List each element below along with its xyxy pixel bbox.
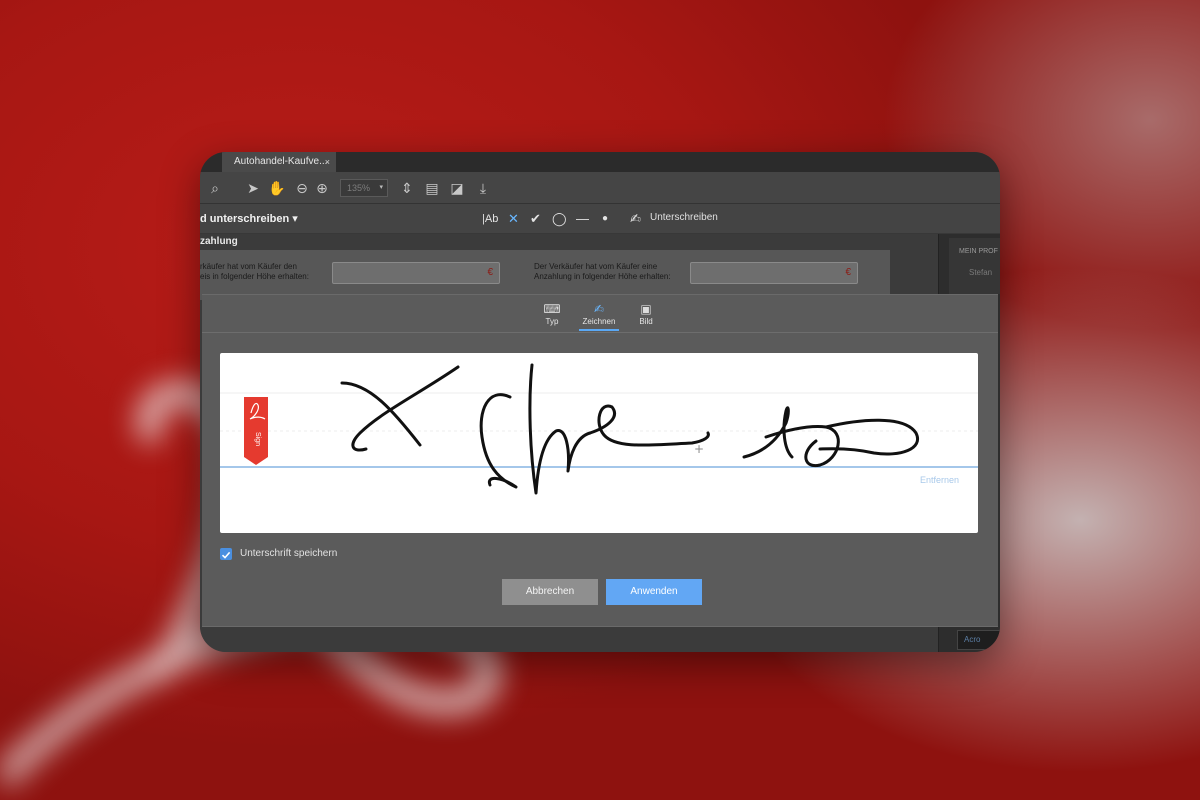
acrobat-sign-tag: Sign [244,397,268,465]
signature-drawing: Sign + [220,363,978,495]
zoom-level-value: 135% [347,183,371,193]
select-pointer-icon[interactable]: ➤ [244,179,262,197]
chevron-down-icon: ▾ [379,184,383,191]
download-icon[interactable]: ⤓ [474,179,492,197]
profile-item[interactable]: Stefan [969,268,992,277]
signature-strokes [340,363,920,495]
section-title: zahlung [200,236,238,247]
fullscreen-icon[interactable]: ◪ [448,179,466,197]
checkmark-icon [221,551,231,559]
app-window: Autohandel-Kaufve... × ⌕ ➤ ✋ ⊖ ⊕ 135% ▾ … [200,152,1000,652]
dot-icon[interactable]: ● [602,211,608,227]
right-label-line2: Anzahlung in folgender Höhe erhalten: [534,272,671,281]
image-icon: ▣ [640,302,652,316]
document-tab-title: Autohandel-Kaufve... [234,156,328,167]
main-toolbar: ⌕ ➤ ✋ ⊖ ⊕ 135% ▾ ⇕ ▤ ◪ ⤓ [200,172,1000,204]
cancel-button[interactable]: Abbrechen [502,579,598,605]
keyboard-icon: ⌨ [543,302,561,316]
fit-page-icon[interactable]: ⇕ [398,179,416,197]
document-tab[interactable]: Autohandel-Kaufve... × [222,152,336,172]
tab-image[interactable]: ▣ Bild [626,301,666,331]
tab-bar: Autohandel-Kaufve... × [200,152,1000,172]
profile-panel: MEIN PROF Stefan [949,238,1000,294]
add-text-icon[interactable]: |Ab [482,211,498,227]
signature-canvas[interactable]: Sign + Entfernen [220,353,978,533]
zoom-level-select[interactable]: 135% ▾ [340,179,388,197]
draw-pen-icon: ✍ [593,302,605,316]
signature-mode-tabs: ⌨ Typ ✍ Zeichnen ▣ Bild [202,295,998,333]
tab-image-label: Bild [639,317,653,326]
page-view-icon[interactable]: ▤ [423,179,441,197]
left-label-line2: eis in folgender Höhe erhalten: [200,272,309,281]
euro-sign: € [845,267,851,278]
right-label-line1: Der Verkäufer hat vom Käufer eine [534,262,658,271]
checkmark-icon[interactable]: ✔ [530,211,541,227]
profile-heading: MEIN PROF [959,248,998,255]
cross-mark-icon[interactable]: ✕ [508,211,519,227]
sign-pen-icon[interactable]: ✍ [630,211,641,227]
line-icon[interactable]: — [576,211,589,227]
fill-sign-menu[interactable]: d unterschreiben ▾ [200,212,298,225]
tab-type-label: Typ [545,317,559,326]
euro-sign: € [487,267,493,278]
right-amount-field[interactable]: € [690,262,858,284]
tab-close-icon[interactable]: × [325,152,330,172]
circle-icon[interactable]: ◯ [552,211,567,227]
tab-type[interactable]: ⌨ Typ [532,301,572,331]
tab-draw[interactable]: ✍ Zeichnen [579,301,619,331]
sign-tag-label: Sign [254,432,261,446]
left-amount-field[interactable]: € [332,262,500,284]
crosshair-cursor-icon: + [694,442,704,456]
fill-sign-toolbar: d unterschreiben ▾ |Ab ✕ ✔ ◯ — ● ✍ Unter… [200,204,1000,234]
acrobat-button[interactable]: Acro [957,630,1000,650]
left-label-line1: rkäufer hat vom Käufer den [200,262,297,271]
save-signature-label: Unterschrift speichern [240,548,338,559]
sign-button[interactable]: Unterschreiben [650,212,718,223]
search-icon[interactable]: ⌕ [206,179,224,197]
zoom-in-icon[interactable]: ⊕ [313,179,331,197]
zoom-out-icon[interactable]: ⊖ [293,179,311,197]
remove-signature-link[interactable]: Entfernen [920,475,959,485]
save-signature-checkbox[interactable] [220,548,232,560]
tab-draw-label: Zeichnen [582,317,616,326]
apply-button[interactable]: Anwenden [606,579,702,605]
hand-tool-icon[interactable]: ✋ [268,179,286,197]
signature-dialog: ⌨ Typ ✍ Zeichnen ▣ Bild Sign + Entfernen… [202,294,998,627]
